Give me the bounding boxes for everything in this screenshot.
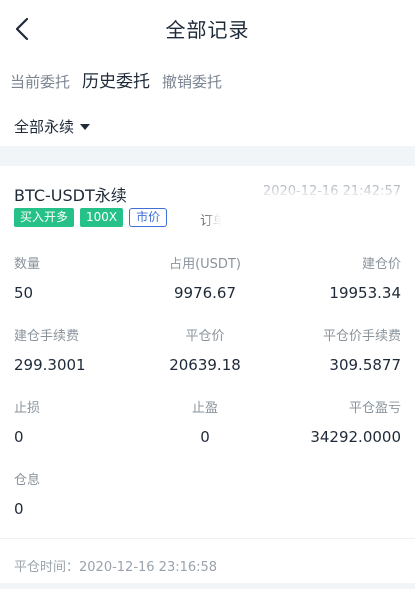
close-price-cell: 平仓价 20639.18 [140, 328, 270, 375]
open-fee-value: 299.3001 [14, 356, 86, 374]
margin-cell: 占用(USDT) 9976.67 [140, 256, 270, 303]
interest-value: 0 [14, 500, 24, 518]
tab-bar: 当前委托 历史委托 撤销委托 [10, 70, 234, 94]
stop-loss-value: 0 [14, 428, 24, 446]
contract-filter-dropdown[interactable]: 全部永续 [14, 116, 91, 137]
order-id-redaction [222, 202, 402, 236]
take-profit-value: 0 [200, 428, 210, 446]
order-record-card[interactable]: BTC-USDT永续 2020-12-16 21:42:57 买入开多 100X… [0, 166, 415, 589]
close-time: 平仓时间：2020-12-16 23:16:58 [14, 560, 218, 575]
close-price-label: 平仓价 [185, 329, 225, 344]
stop-loss-label: 止损 [14, 401, 41, 416]
tab-history-orders[interactable]: 历史委托 [82, 70, 150, 94]
stop-loss-cell: 止损 0 [14, 400, 144, 447]
pnl-value: 34292.0000 [310, 428, 401, 446]
open-price-cell: 建仓价 19953.34 [271, 256, 401, 303]
filter-label: 全部永续 [14, 118, 75, 136]
take-profit-label: 止盈 [191, 401, 218, 416]
section-divider [0, 146, 415, 166]
caret-down-icon [80, 123, 91, 130]
card-bottom-divider [0, 583, 415, 589]
details-row: 建仓手续费 299.3001 平仓价 20639.18 平仓价手续费 309.5… [14, 328, 401, 400]
open-fee-label: 建仓手续费 [14, 329, 80, 344]
pnl-label: 平仓盈亏 [348, 401, 401, 416]
close-fee-label: 平仓价手续费 [322, 329, 401, 344]
close-fee-value: 309.5877 [329, 356, 401, 374]
order-timestamp: 2020-12-16 21:42:57 [262, 184, 401, 199]
details-row: 数量 50 占用(USDT) 9976.67 建仓价 19953.34 [14, 256, 401, 328]
open-price-value: 19953.34 [329, 284, 401, 302]
header: 全部记录 [0, 0, 415, 58]
order-details-grid: 数量 50 占用(USDT) 9976.67 建仓价 19953.34 建仓手续… [14, 256, 401, 544]
close-price-value: 20639.18 [169, 356, 241, 374]
interest-cell: 仓息 0 [14, 472, 144, 519]
margin-value: 9976.67 [173, 284, 237, 302]
tab-cancelled-orders[interactable]: 撤销委托 [162, 70, 222, 94]
card-divider [0, 538, 415, 539]
open-price-label: 建仓价 [361, 257, 401, 272]
quantity-value: 50 [14, 284, 34, 302]
pnl-cell: 平仓盈亏 34292.0000 [271, 400, 401, 447]
close-fee-cell: 平仓价手续费 309.5877 [271, 328, 401, 375]
details-row: 仓息 0 [14, 472, 401, 544]
quantity-label: 数量 [14, 257, 41, 272]
quantity-cell: 数量 50 [14, 256, 144, 303]
interest-label: 仓息 [14, 473, 41, 488]
order-tags: 买入开多 100X 市价 [14, 208, 173, 227]
tab-current-orders[interactable]: 当前委托 [10, 70, 70, 94]
order-type-badge: 市价 [129, 208, 168, 227]
details-row: 止损 0 止盈 0 平仓盈亏 34292.0000 [14, 400, 401, 472]
margin-label: 占用(USDT) [169, 257, 241, 272]
leverage-badge: 100X [80, 208, 124, 227]
open-fee-cell: 建仓手续费 299.3001 [14, 328, 144, 375]
page-title: 全部记录 [165, 18, 250, 42]
side-badge: 买入开多 [14, 208, 75, 227]
contract-pair: BTC-USDT永续 [14, 186, 127, 205]
take-profit-cell: 止盈 0 [140, 400, 270, 447]
